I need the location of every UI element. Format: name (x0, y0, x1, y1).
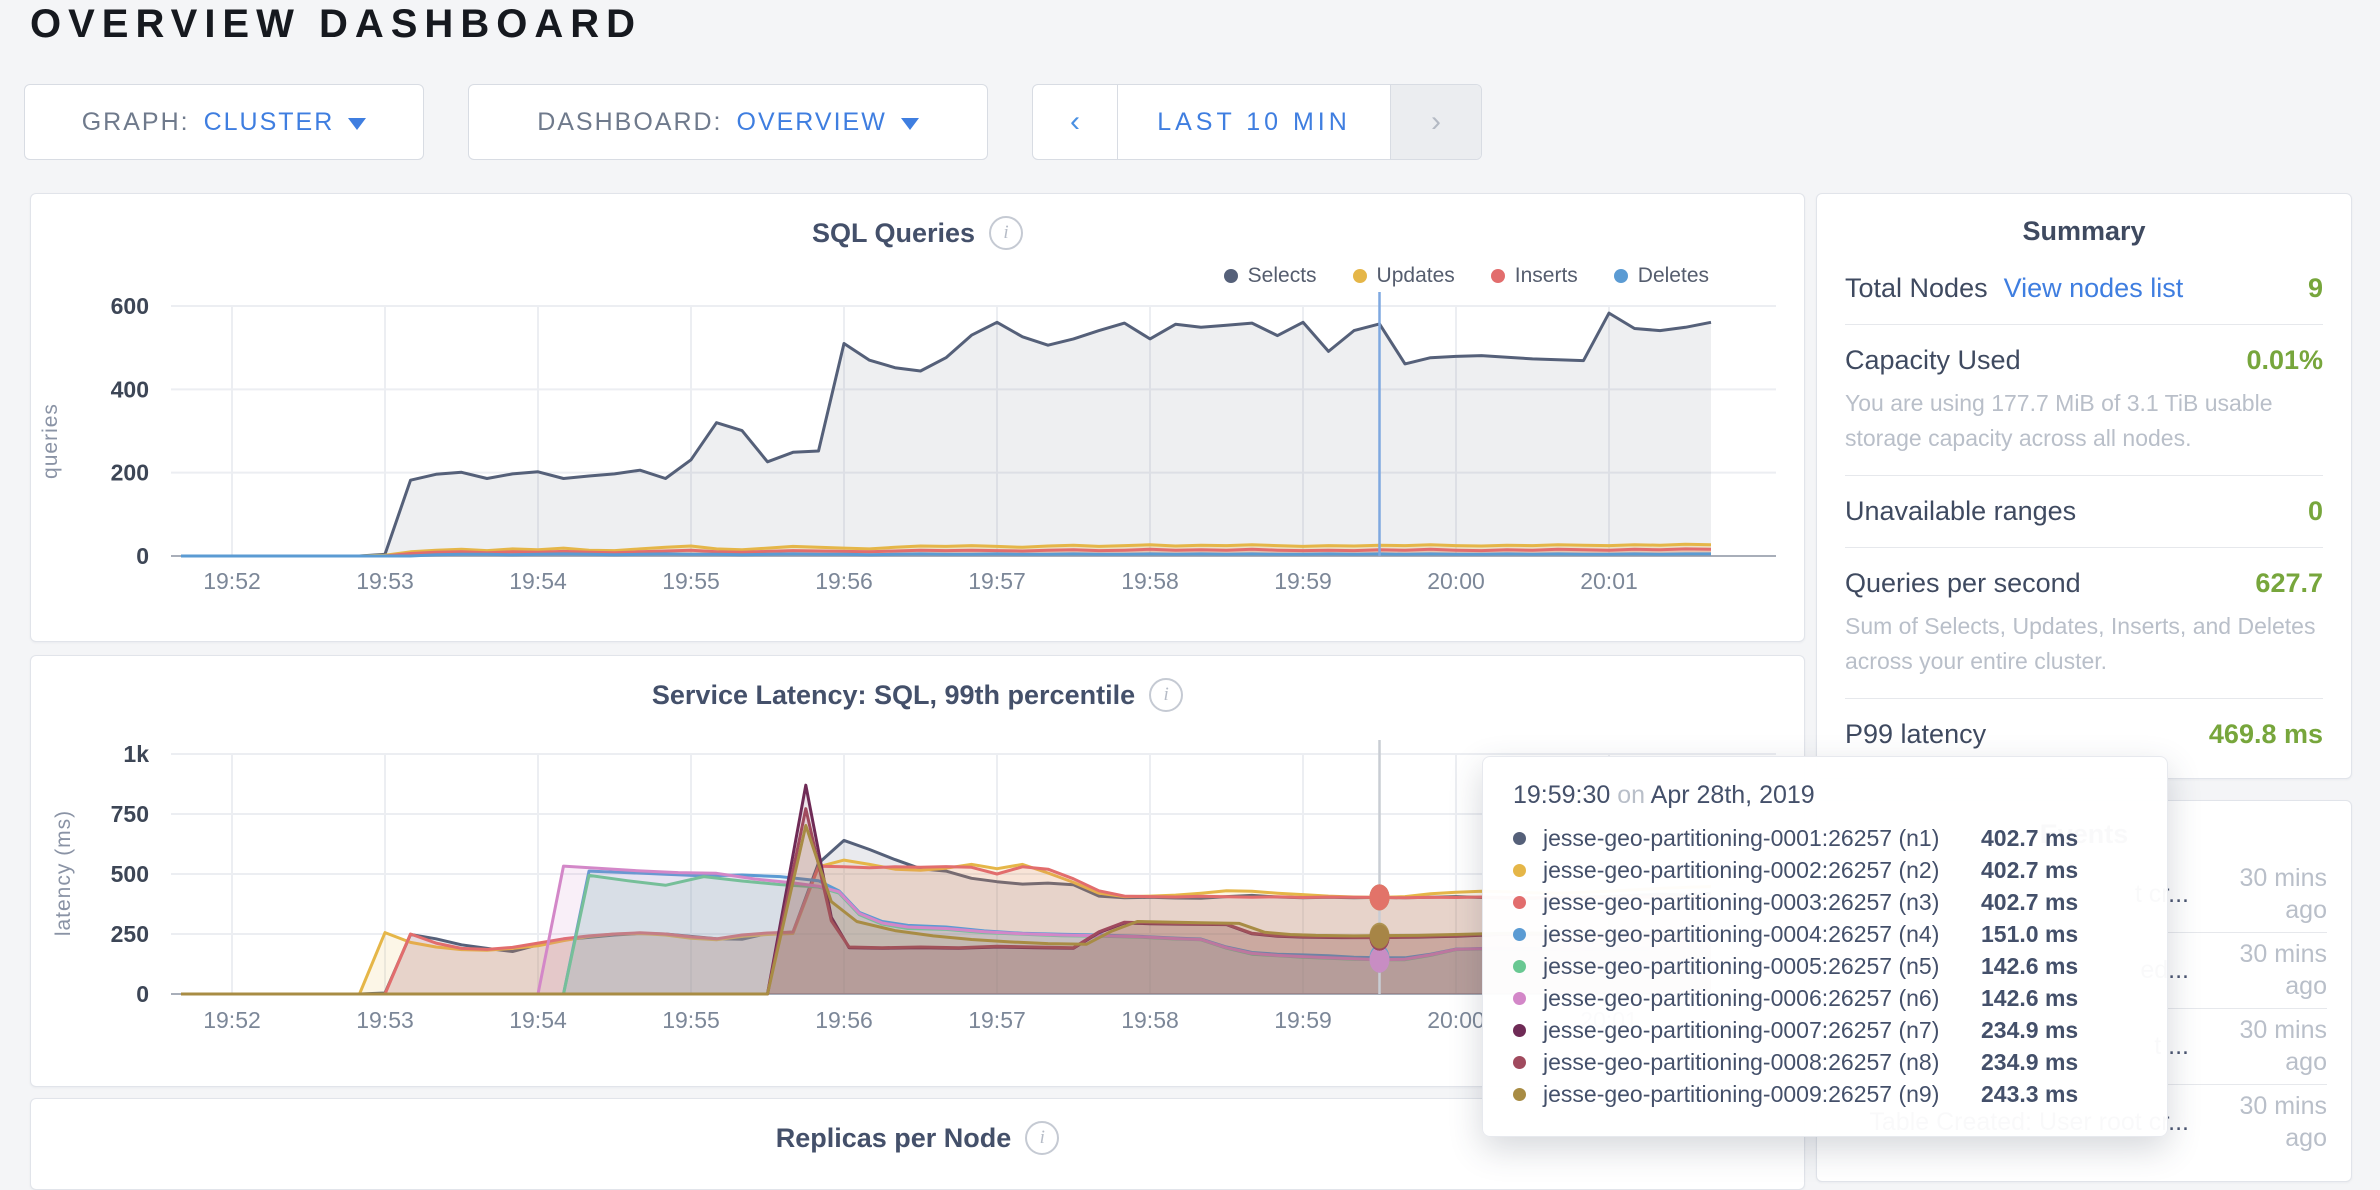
replicas-title: Replicas per Node (776, 1123, 1012, 1154)
capacity-value: 0.01% (2246, 345, 2323, 376)
node-dot-icon (1513, 1056, 1526, 1069)
dashboard-dropdown-value: OVERVIEW (737, 108, 887, 137)
tooltip-timestamp: 19:59:30 on Apr 28th, 2019 (1513, 781, 2137, 810)
node-dot-icon (1513, 992, 1526, 1005)
svg-text:19:56: 19:56 (815, 568, 873, 594)
svg-text:19:53: 19:53 (356, 1007, 414, 1033)
summary-row-unavailable: Unavailable ranges 0 (1845, 476, 2323, 548)
time-prev-button[interactable]: ‹ (1033, 85, 1118, 159)
svg-text:19:52: 19:52 (203, 568, 261, 594)
qps-value: 627.7 (2255, 568, 2323, 599)
summary-title: Summary (1817, 194, 2351, 247)
tooltip-row: jesse-geo-partitioning-0003:26257 (n3) 4… (1513, 886, 2137, 918)
svg-text:500: 500 (111, 861, 149, 887)
summary-row-qps: Queries per second 627.7 Sum of Selects,… (1845, 548, 2323, 699)
svg-text:400: 400 (111, 376, 149, 402)
svg-text:600: 600 (111, 293, 149, 319)
time-range-selector: ‹ LAST 10 MIN › (1032, 84, 1482, 160)
svg-text:19:56: 19:56 (815, 1007, 873, 1033)
tooltip-row: jesse-geo-partitioning-0004:26257 (n4) 1… (1513, 918, 2137, 950)
chevron-right-icon: › (1431, 105, 1441, 139)
graph-dropdown[interactable]: GRAPH: CLUSTER (24, 84, 424, 160)
svg-text:250: 250 (111, 921, 149, 947)
node-dot-icon (1513, 928, 1526, 941)
svg-text:20:00: 20:00 (1427, 568, 1485, 594)
page-title: OVERVIEW DASHBOARD (30, 2, 642, 47)
dashboard-dropdown-label: DASHBOARD: (537, 108, 722, 137)
time-range-button[interactable]: LAST 10 MIN (1118, 85, 1390, 159)
chevron-down-icon (348, 118, 366, 130)
svg-text:19:58: 19:58 (1121, 568, 1179, 594)
svg-text:19:59: 19:59 (1274, 568, 1332, 594)
chevron-left-icon: ‹ (1070, 105, 1080, 139)
svg-text:1k: 1k (123, 741, 149, 767)
unavailable-ranges-value: 0 (2308, 496, 2323, 527)
total-nodes-value: 9 (2308, 273, 2323, 304)
svg-text:19:55: 19:55 (662, 568, 720, 594)
summary-panel: Summary Total Nodes View nodes list 9 Ca… (1816, 193, 2352, 779)
tooltip-row: jesse-geo-partitioning-0002:26257 (n2) 4… (1513, 854, 2137, 886)
svg-text:19:59: 19:59 (1274, 1007, 1332, 1033)
tooltip-row: jesse-geo-partitioning-0005:26257 (n5) 1… (1513, 950, 2137, 982)
svg-text:19:58: 19:58 (1121, 1007, 1179, 1033)
chevron-down-icon (901, 118, 919, 130)
node-dot-icon (1513, 1024, 1526, 1037)
node-dot-icon (1513, 1088, 1526, 1101)
svg-text:20:01: 20:01 (1580, 568, 1638, 594)
svg-text:19:55: 19:55 (662, 1007, 720, 1033)
tooltip-row: jesse-geo-partitioning-0009:26257 (n9) 2… (1513, 1078, 2137, 1110)
chart-hover-tooltip: 19:59:30 on Apr 28th, 2019 jesse-geo-par… (1482, 756, 2168, 1137)
node-dot-icon (1513, 896, 1526, 909)
svg-text:0: 0 (136, 543, 149, 569)
time-next-button[interactable]: › (1390, 85, 1481, 159)
tooltip-row: jesse-geo-partitioning-0007:26257 (n7) 2… (1513, 1014, 2137, 1046)
svg-text:19:54: 19:54 (509, 568, 567, 594)
tooltip-row: jesse-geo-partitioning-0006:26257 (n6) 1… (1513, 982, 2137, 1014)
p99-latency-value: 469.8 ms (2209, 719, 2323, 750)
dashboard-dropdown[interactable]: DASHBOARD: OVERVIEW (468, 84, 988, 160)
sql-queries-chart[interactable]: 19:52 19:53 19:54 19:55 19:56 19:57 19:58 19:59… (31, 194, 1802, 639)
svg-text:750: 750 (111, 801, 149, 827)
sql-queries-card: SQL Queries i Selects Updates Inserts De… (30, 193, 1805, 642)
svg-text:19:57: 19:57 (968, 568, 1026, 594)
info-icon[interactable]: i (1025, 1121, 1059, 1155)
node-dot-icon (1513, 960, 1526, 973)
tooltip-row: jesse-geo-partitioning-0008:26257 (n8) 2… (1513, 1046, 2137, 1078)
svg-text:19:52: 19:52 (203, 1007, 261, 1033)
node-dot-icon (1513, 832, 1526, 845)
svg-text:0: 0 (136, 981, 149, 1007)
summary-row-capacity: Capacity Used 0.01% You are using 177.7 … (1845, 325, 2323, 476)
graph-dropdown-label: GRAPH: (82, 108, 190, 137)
svg-text:200: 200 (111, 460, 149, 486)
svg-text:19:53: 19:53 (356, 568, 414, 594)
svg-text:19:54: 19:54 (509, 1007, 567, 1033)
tooltip-row: jesse-geo-partitioning-0001:26257 (n1) 4… (1513, 822, 2137, 854)
graph-dropdown-value: CLUSTER (204, 108, 335, 137)
svg-text:20:00: 20:00 (1427, 1007, 1485, 1033)
summary-row-total-nodes: Total Nodes View nodes list 9 (1845, 253, 2323, 325)
svg-text:19:57: 19:57 (968, 1007, 1026, 1033)
view-nodes-list-link[interactable]: View nodes list (2004, 273, 2184, 304)
node-dot-icon (1513, 864, 1526, 877)
time-range-label: LAST 10 MIN (1157, 108, 1351, 137)
